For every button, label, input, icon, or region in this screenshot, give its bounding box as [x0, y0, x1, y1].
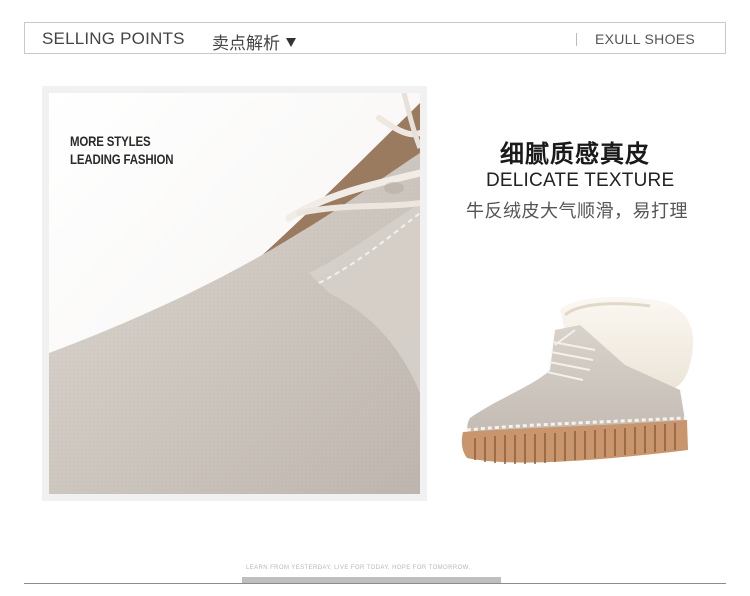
section-title-cn[interactable]: 卖点解析 — [212, 29, 296, 54]
feature-title-cn: 细腻质感真皮 — [500, 140, 650, 168]
photo-caption-line1: MORE STYLES — [70, 133, 151, 149]
section-header: SELLING POINTS 卖点解析 EXULL SHOES — [24, 22, 726, 54]
feature-title-en: DELICATE TEXTURE — [486, 170, 675, 191]
product-boot-image — [461, 297, 694, 464]
feature-description: 牛反绒皮大气顺滑，易打理 — [466, 201, 688, 222]
photo-caption-line2: LEADING FASHION — [70, 151, 174, 167]
section-title-en: SELLING POINTS — [42, 29, 185, 48]
footer-divider — [24, 583, 726, 584]
footer-slogan: LEARN FROM YESTERDAY, LIVE FOR TODAY, HO… — [246, 565, 471, 571]
triangle-down-icon — [286, 38, 296, 47]
section-title-cn-label: 卖点解析 — [212, 34, 280, 54]
closeup-photo-frame: MORE STYLES LEADING FASHION — [42, 86, 427, 501]
brand-name: EXULL SHOES — [595, 31, 696, 47]
photo-caption: MORE STYLES LEADING FASHION — [70, 132, 174, 168]
header-divider — [576, 33, 577, 46]
